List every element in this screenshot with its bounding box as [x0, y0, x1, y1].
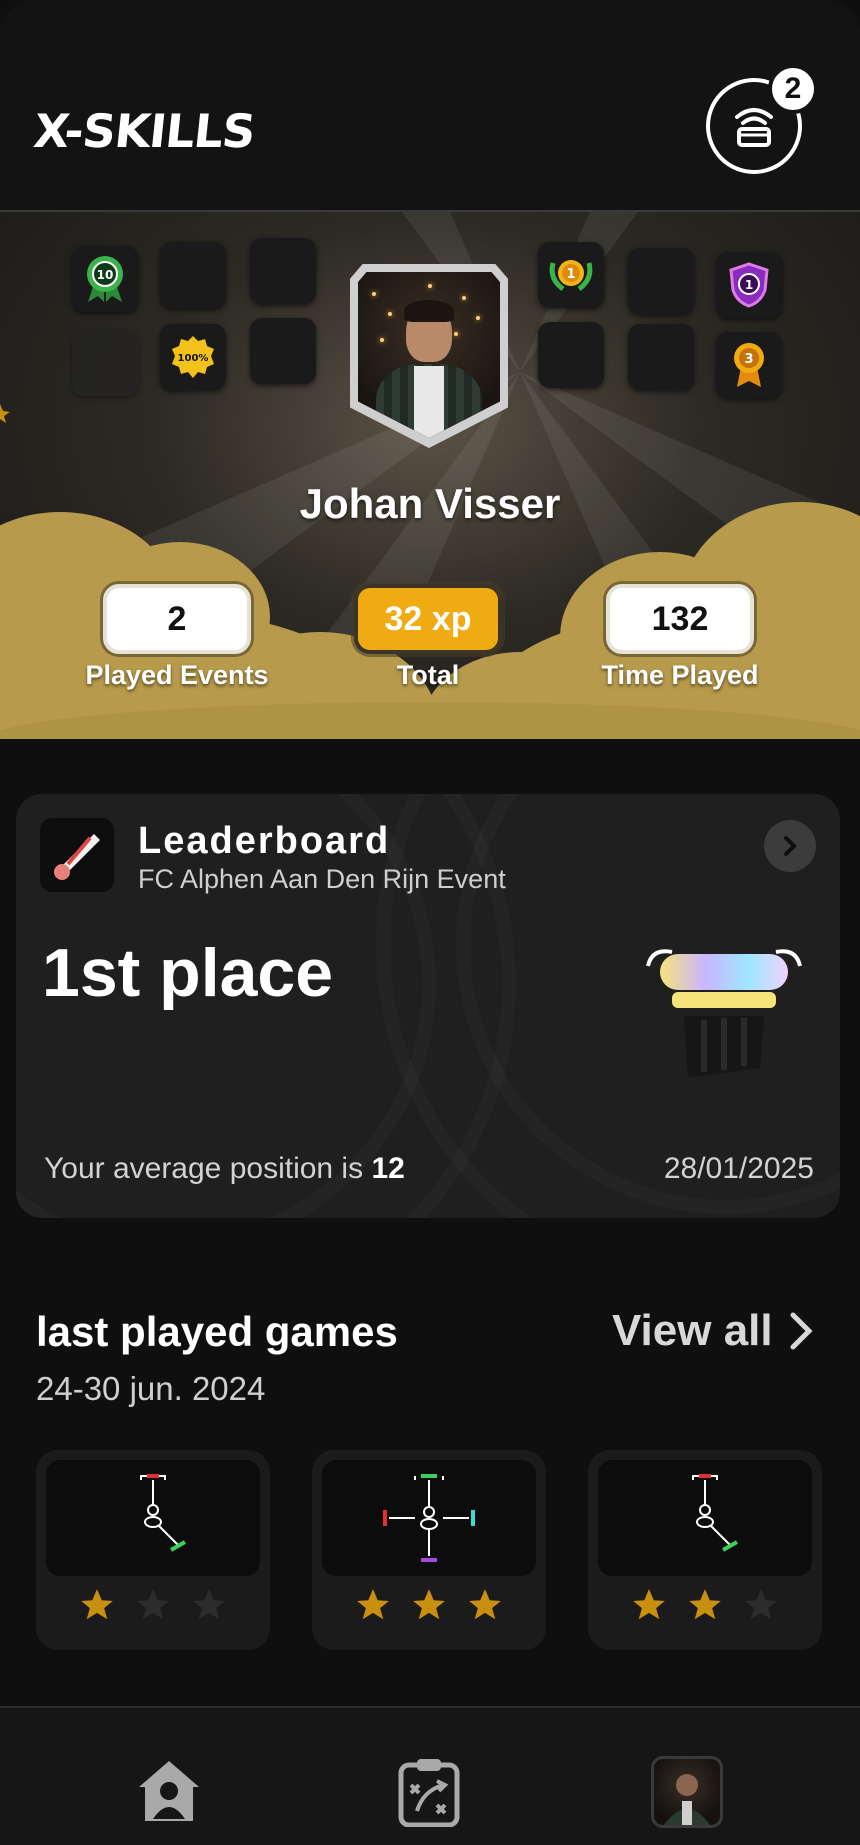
- star-icon: [137, 1589, 169, 1620]
- average-position-value: 12: [371, 1152, 405, 1185]
- leaderboard-open-button[interactable]: [764, 820, 816, 872]
- shuttlecock-icon: [40, 818, 114, 892]
- svg-text:1: 1: [566, 267, 575, 282]
- shield-first-icon: 1: [729, 262, 769, 308]
- drill-diagram-icon: [322, 1460, 536, 1576]
- game-rating: [312, 1586, 546, 1624]
- badge-slot-empty: [628, 324, 694, 390]
- star-icon: [745, 1589, 777, 1620]
- badge-10-games[interactable]: 10: [72, 246, 138, 312]
- chevron-right-icon: [784, 836, 797, 856]
- avatar-photo: [664, 1774, 710, 1825]
- player-name: Johan Visser: [299, 480, 561, 527]
- average-position: Your average position is 12: [44, 1152, 405, 1186]
- stat-time-played: 132 Time Played: [585, 584, 775, 691]
- star-icon: [193, 1589, 225, 1620]
- leaderboard-card[interactable]: Leaderboard FC Alphen Aan Den Rijn Event…: [16, 794, 840, 1218]
- home-user-icon: [139, 1761, 199, 1821]
- rosette-10-icon: 10: [87, 256, 123, 302]
- drill-diagram-icon: [46, 1460, 260, 1576]
- star-icon: [633, 1589, 665, 1620]
- app-header: X-SKILLS 2: [0, 0, 860, 212]
- badge-slot-empty: [538, 322, 604, 388]
- svg-text:3: 3: [744, 352, 753, 367]
- nav-home[interactable]: [132, 1754, 206, 1828]
- star-icon: [413, 1589, 445, 1620]
- medal-third-icon: 3: [734, 343, 764, 387]
- stat-total-xp: 32 xp Total: [333, 584, 523, 691]
- game-card[interactable]: [312, 1450, 546, 1650]
- notification-count-badge: 2: [768, 64, 818, 114]
- clipboard-tactics-icon: [398, 1759, 460, 1827]
- game-card[interactable]: [588, 1450, 822, 1650]
- bottom-navigation: [0, 1706, 860, 1845]
- badge-shield[interactable]: 1: [716, 252, 782, 318]
- view-all-label: View all: [612, 1306, 773, 1355]
- badge-first-place[interactable]: 1: [538, 242, 604, 308]
- badge-slot-empty: [160, 242, 226, 308]
- hundred-percent-icon: 100%: [172, 336, 214, 378]
- leaderboard-event: FC Alphen Aan Den Rijn Event: [138, 864, 506, 894]
- stat-label: Total: [396, 660, 460, 690]
- badge-slot-empty: [72, 330, 138, 396]
- star-icon: [469, 1589, 501, 1620]
- game-card[interactable]: [36, 1450, 270, 1650]
- stat-played-events: 2 Played Events: [82, 584, 272, 691]
- last-played-title: last played games: [36, 1308, 398, 1355]
- badge-slot-empty: [250, 238, 316, 304]
- stat-value: 132: [606, 584, 754, 654]
- star-icon: [689, 1589, 721, 1620]
- chevron-right-icon: [790, 1312, 813, 1350]
- svg-text:100%: 100%: [178, 353, 209, 364]
- wifi-device-icon: [735, 108, 773, 147]
- laurel-first-icon: 1: [549, 260, 593, 292]
- badge-third-medal[interactable]: 3: [716, 332, 782, 398]
- star-icon: [357, 1589, 389, 1620]
- drill-diagram-icon: [598, 1460, 812, 1576]
- nav-tactics[interactable]: [392, 1754, 466, 1828]
- leaderboard-date: 28/01/2025: [663, 1152, 814, 1185]
- podium-pillar-icon: [646, 949, 802, 1078]
- profile-hero: 10 100% 1 1 3 Johan Visser 2 Played Even…: [0, 212, 860, 739]
- app-logo: X-SKILLS: [31, 104, 258, 158]
- leaderboard-place: 1st place: [42, 935, 334, 1011]
- star-icon: [81, 1589, 113, 1620]
- avatar-photo: [358, 272, 500, 438]
- view-all-button[interactable]: View all: [612, 1306, 815, 1356]
- badge-100-percent[interactable]: 100%: [160, 324, 226, 390]
- leaderboard-title: Leaderboard: [138, 820, 391, 862]
- stat-value: 2: [103, 584, 251, 654]
- stat-value: 32 xp: [354, 584, 502, 654]
- last-played-date-range: 24-30 jun. 2024: [36, 1370, 266, 1407]
- badge-slot-empty: [628, 248, 694, 314]
- stat-label: Played Events: [85, 660, 269, 690]
- badge-slot-empty: [250, 318, 316, 384]
- stat-label: Time Played: [601, 660, 759, 690]
- average-position-label: Your average position is: [44, 1152, 372, 1185]
- svg-text:1: 1: [745, 278, 753, 292]
- svg-text:10: 10: [97, 268, 114, 282]
- game-rating: [588, 1586, 822, 1624]
- star-icon: [0, 404, 10, 423]
- game-rating: [36, 1586, 270, 1624]
- nav-profile-avatar[interactable]: [651, 1756, 723, 1828]
